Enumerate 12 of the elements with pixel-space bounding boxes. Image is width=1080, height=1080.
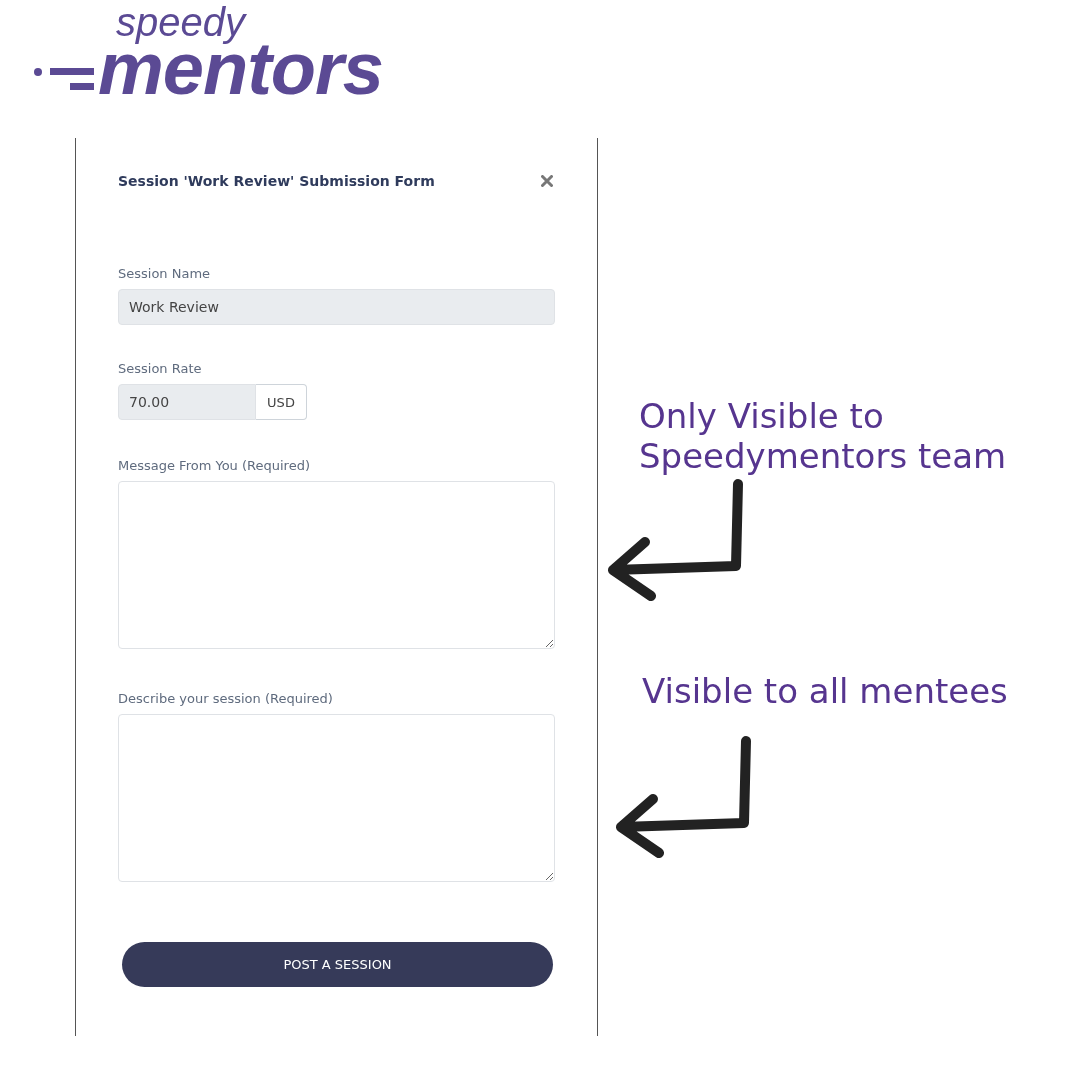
form-title: Session 'Work Review' Submission Form [118, 173, 435, 189]
annotation-text: Visible to all mentees [642, 671, 1009, 711]
annotation-text: Only Visible to Speedymentors team [639, 396, 1008, 476]
post-session-button[interactable]: POST A SESSION [122, 942, 553, 987]
field-label: Describe your session (Required) [118, 691, 334, 706]
field-label: Message From You (Required) [118, 458, 311, 473]
field-label: Session Name [118, 266, 212, 281]
field-label: Session Rate [118, 361, 203, 376]
text-area[interactable] [118, 481, 555, 649]
currency-addon: USD [256, 384, 307, 420]
text-area[interactable] [118, 714, 555, 882]
close-icon[interactable] [541, 175, 553, 187]
